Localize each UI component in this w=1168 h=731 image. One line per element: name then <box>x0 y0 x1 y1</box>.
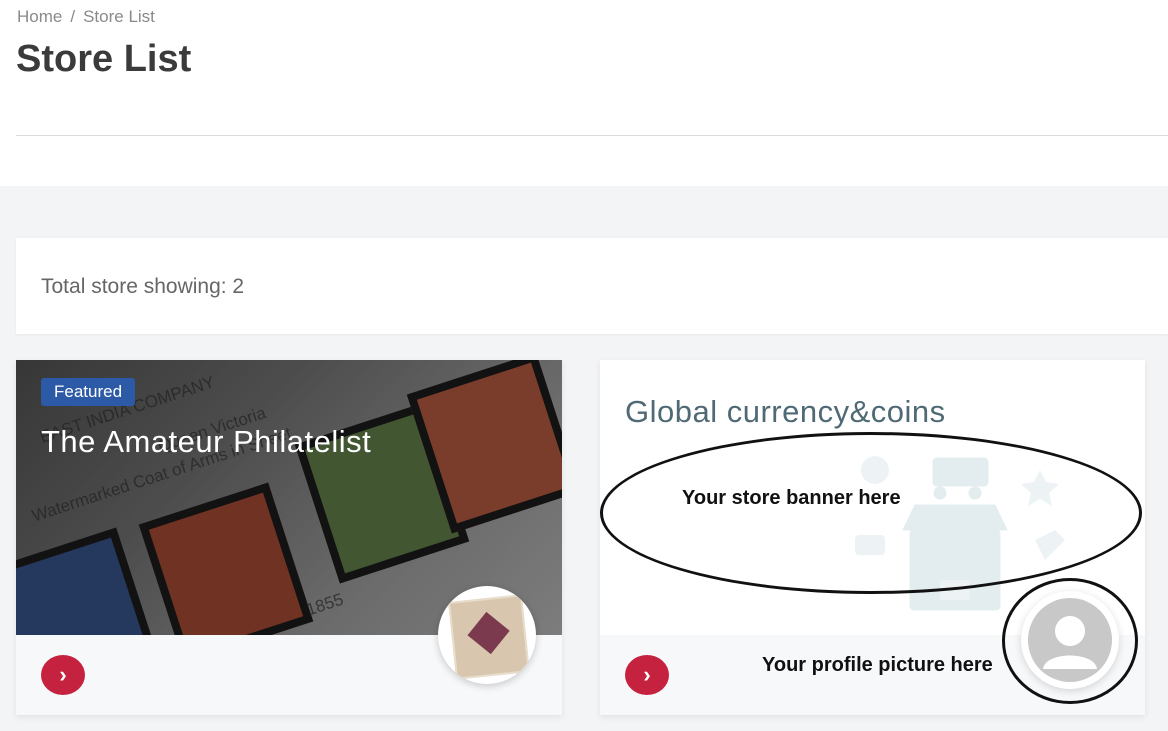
store-name[interactable]: Global currency&coins <box>625 394 946 430</box>
breadcrumb-current: Store List <box>83 7 155 26</box>
view-store-button[interactable]: › <box>41 655 85 695</box>
store-card[interactable]: EAST INDIA COMPANY Queen Victoria Waterm… <box>16 360 562 715</box>
banner-annotation-text: Your store banner here <box>682 487 901 509</box>
banner-annotation-ellipse <box>600 432 1142 594</box>
page-header: Home / Store List Store List <box>0 0 1168 186</box>
store-count-bar: Total store showing: 2 <box>16 238 1168 334</box>
chevron-right-icon: › <box>59 662 67 687</box>
breadcrumb: Home / Store List <box>17 7 155 27</box>
profile-annotation-text: Your profile picture here <box>762 654 993 676</box>
divider <box>16 135 1168 136</box>
breadcrumb-home-link[interactable]: Home <box>17 7 62 26</box>
stamp-thumbnail <box>448 594 530 680</box>
store-count-text: Total store showing: 2 <box>41 275 245 298</box>
breadcrumb-separator: / <box>70 7 76 26</box>
store-avatar[interactable] <box>438 586 536 684</box>
chevron-right-icon: › <box>643 662 651 687</box>
profile-annotation-circle <box>1002 578 1138 704</box>
view-store-button[interactable]: › <box>625 655 669 695</box>
page-title: Store List <box>16 38 192 80</box>
featured-badge: Featured <box>41 378 136 406</box>
stamp-diamond <box>467 611 510 655</box>
store-name[interactable]: The Amateur Philatelist <box>41 424 371 460</box>
